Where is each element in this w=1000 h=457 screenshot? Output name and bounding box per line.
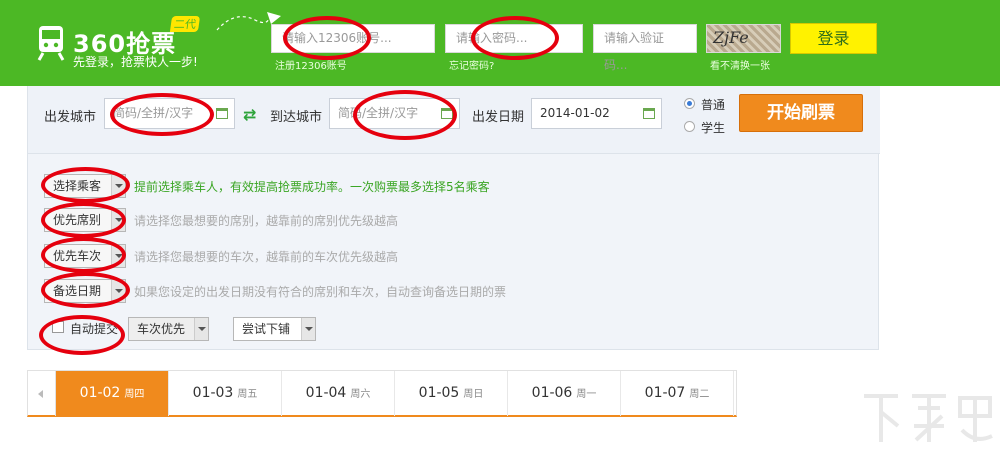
from-city-label: 出发城市 — [44, 110, 97, 125]
select-passenger-dropdown[interactable]: 选择乘客 — [44, 174, 126, 198]
chevron-down-icon — [111, 280, 125, 302]
to-city-placeholder: 简码/全拼/汉字 — [338, 106, 419, 120]
chevron-left-icon[interactable] — [28, 371, 56, 416]
train-priority-label: 优先车次 — [53, 249, 102, 263]
date-tab-weekday: 周六 — [350, 389, 371, 400]
from-city-input[interactable]: 简码/全拼/汉字 — [104, 98, 235, 129]
auto-submit-label: 自动提交 — [70, 322, 119, 336]
slogan: 先登录，抢票快人一步! — [73, 55, 198, 69]
train-priority-dropdown[interactable]: 优先车次 — [44, 244, 126, 268]
date-tab-strip: 01-02 周四 01-03 周五 01-04 周六 01-05 周日 01-06 周一 01-07… — [27, 370, 737, 417]
chevron-down-icon — [111, 209, 125, 231]
captcha-image[interactable]: ZjFe — [706, 24, 781, 53]
date-tab-weekday: 周二 — [689, 389, 710, 400]
calendar-icon — [643, 108, 655, 119]
refresh-captcha-link[interactable]: 看不清换一张 — [710, 57, 770, 72]
swap-arrows-icon[interactable]: ⇄ — [243, 105, 256, 124]
passenger-hint: 提前选择乘车人，有效提高抢票成功率。一次购票最多选择5名乘客 — [134, 180, 490, 194]
captcha-text: ZjFe — [713, 28, 749, 47]
date-tab-weekday: 周一 — [576, 389, 597, 400]
radio-normal-label: 普通 — [701, 98, 726, 112]
version-badge: 二代 — [169, 16, 201, 32]
date-label: 出发日期 — [472, 110, 525, 125]
train-hint: 请选择您最想要的车次，越靠前的车次优先级越高 — [134, 250, 399, 264]
date-tab-date: 01-02 — [79, 385, 121, 401]
date-tab[interactable]: 01-03 周五 — [169, 371, 282, 416]
account-input[interactable]: 请输入12306账号... — [271, 24, 435, 53]
radio-student-label: 学生 — [701, 121, 726, 135]
chevron-down-icon — [111, 175, 125, 197]
to-city-label: 到达城市 — [270, 110, 323, 125]
date-tab[interactable]: 01-06 周一 — [508, 371, 621, 416]
password-input[interactable]: 请输入密码... — [445, 24, 583, 53]
backup-hint: 如果您设定的出发日期没有符合的席别和车次，自动查询备选日期的票 — [134, 285, 507, 299]
date-tab[interactable]: 01-02 周四 — [56, 371, 169, 416]
backup-date-label: 备选日期 — [53, 284, 102, 298]
priority-select-value: 车次优先 — [137, 322, 186, 336]
date-tab-weekday: 周四 — [124, 389, 145, 400]
date-tab[interactable]: 01-05 周日 — [395, 371, 508, 416]
app-window: 360抢票 二代 先登录，抢票快人一步! 请输入12306账号... 注册123… — [0, 0, 1000, 457]
date-tab-weekday: 周日 — [463, 389, 484, 400]
date-tab-date: 01-07 — [644, 385, 686, 401]
backup-date-dropdown[interactable]: 备选日期 — [44, 279, 126, 303]
to-city-input[interactable]: 简码/全拼/汉字 — [329, 98, 460, 129]
seat-priority-label: 优先席别 — [53, 213, 102, 227]
calendar-icon — [216, 108, 228, 119]
berth-select-value: 尝试下铺 — [242, 322, 291, 336]
start-refresh-button[interactable]: 开始刷票 — [739, 94, 863, 132]
header-bar: 360抢票 二代 先登录，抢票快人一步! 请输入12306账号... 注册123… — [0, 0, 1000, 86]
seat-priority-dropdown[interactable]: 优先席别 — [44, 208, 126, 232]
priority-select[interactable]: 车次优先 — [128, 317, 209, 341]
date-tab-date: 01-05 — [418, 385, 460, 401]
date-tab[interactable]: 01-07 周二 — [621, 371, 734, 416]
date-tab-date: 01-04 — [305, 385, 347, 401]
calendar-icon — [441, 108, 453, 119]
login-button[interactable]: 登录 — [790, 23, 877, 54]
select-passenger-label: 选择乘客 — [53, 179, 102, 193]
auto-submit-checkbox[interactable] — [52, 321, 64, 333]
date-tab-date: 01-03 — [192, 385, 234, 401]
chevron-down-icon — [301, 318, 315, 340]
chevron-down-icon — [111, 245, 125, 267]
seat-hint: 请选择您最想要的席别，越靠前的席别优先级越高 — [134, 214, 399, 228]
date-value: 2014-01-02 — [540, 106, 610, 120]
captcha-input[interactable]: 请输入验证码... — [593, 24, 697, 72]
date-input[interactable]: 2014-01-02 — [531, 98, 662, 129]
train-icon — [37, 26, 65, 61]
date-tab-date: 01-06 — [531, 385, 573, 401]
from-city-placeholder: 简码/全拼/汉字 — [113, 106, 194, 120]
register-link[interactable]: 注册12306账号 — [275, 57, 347, 72]
chevron-down-icon — [194, 318, 208, 340]
date-tab[interactable]: 01-04 周六 — [282, 371, 395, 416]
radio-normal[interactable] — [684, 98, 695, 109]
watermark-logo: 下载吧 — [858, 386, 996, 448]
forgot-password-link[interactable]: 忘记密码? — [449, 57, 494, 72]
watermark-icon: 下载吧 — [864, 394, 993, 447]
berth-select[interactable]: 尝试下铺 — [233, 317, 316, 341]
radio-student[interactable] — [684, 121, 695, 132]
date-tab-weekday: 周五 — [237, 389, 258, 400]
watermark-text: 下载吧 — [926, 444, 929, 447]
